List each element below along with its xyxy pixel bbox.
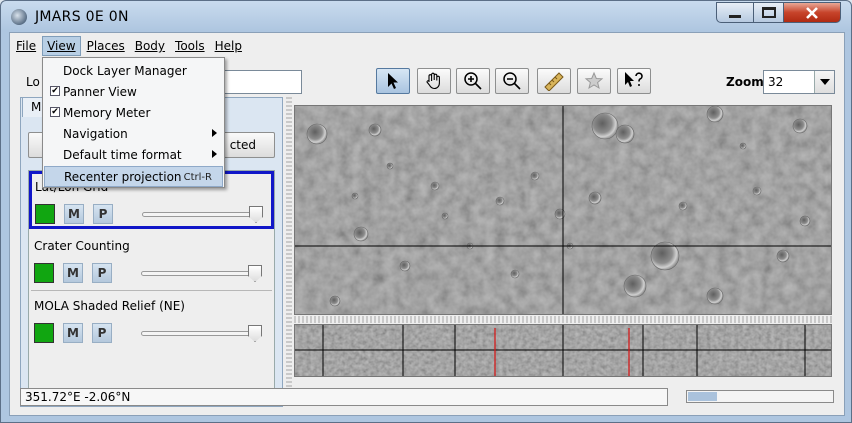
panel-splitter[interactable] [286,97,292,387]
minimize-icon [729,15,741,18]
view-menu-popup: Dock Layer Manager ✔ Panner View ✔ Memor… [42,57,225,188]
layer-name: MOLA Shaded Relief (NE) [34,299,185,313]
select-tool-button[interactable] [376,68,410,94]
layer-row-mola-shaded-relief[interactable]: MOLA Shaded Relief (NE) M P [31,293,272,351]
window-title: JMARS 0E 0N [35,9,129,25]
menu-item-label: Dock Layer Manager [63,64,187,78]
zoom-value: 32 [768,75,784,89]
measure-tool-button[interactable] [537,68,571,94]
menu-item-memory-meter[interactable]: ✔ Memory Meter [44,103,223,124]
main-map-view[interactable] [294,105,832,315]
menu-item-label: Memory Meter [63,106,151,120]
opacity-slider[interactable] [141,325,262,342]
layer-name: Crater Counting [34,239,130,253]
panner-view-toggle-button[interactable]: P [92,323,112,343]
menu-item-label: Navigation [63,127,128,141]
menu-item-label: Recenter projection [64,170,182,184]
panner-view[interactable] [294,324,832,377]
layer-color-swatch[interactable] [34,323,54,343]
ruler-icon [544,72,564,91]
menu-item-label: Default time format [63,148,182,162]
app-globe-icon [11,9,27,25]
pan-hand-icon [426,72,440,90]
checkbox-checked-icon: ✔ [50,86,60,96]
layer-list: Lat/Lon Grid M P Crater Counting M P MOL… [28,170,275,390]
menu-item-panner-view[interactable]: ✔ Panner View [44,82,223,103]
selected-layer-button-label: cted [229,138,256,152]
client-area: File View Places Body Tools Help Lo Zoom… [9,32,845,416]
submenu-arrow-icon [212,150,217,158]
opacity-slider[interactable] [141,265,262,282]
minimize-button[interactable] [716,2,754,23]
menu-item-dock-layer-manager[interactable]: Dock Layer Manager [44,61,223,82]
map-panner-splitter[interactable] [294,316,832,323]
zoom-out-button[interactable] [495,68,529,94]
slider-thumb[interactable] [248,325,262,342]
main-view-toggle-button[interactable]: M [63,263,83,283]
menu-item-shortcut: Ctrl-R [183,172,212,183]
chevron-down-icon [819,79,830,85]
maximize-button[interactable] [753,2,784,23]
favorite-tool-button[interactable] [577,68,611,94]
menu-places[interactable]: Places [83,37,129,55]
layer-color-swatch[interactable] [35,204,55,224]
slider-thumb[interactable] [249,206,263,223]
select-arrow-icon [388,73,398,89]
close-icon [806,6,818,19]
layer-row-crater-counting[interactable]: Crater Counting M P [31,233,272,291]
main-view-toggle-button[interactable]: M [64,204,84,224]
panner-view-toggle-button[interactable]: P [92,263,112,283]
panner-view-toggle-button[interactable]: P [93,204,113,224]
whats-this-icon [625,72,643,87]
panner-map [295,325,831,376]
title-bar[interactable]: JMARS 0E 0N [1,1,851,33]
application-window: JMARS 0E 0N File View Places Body Tools … [0,0,852,423]
memory-meter [686,390,834,403]
maximize-icon [761,7,776,18]
close-button[interactable] [783,2,841,23]
menu-item-label: Panner View [63,85,137,99]
menu-body[interactable]: Body [131,37,169,55]
checkbox-checked-icon: ✔ [50,107,60,117]
memory-meter-fill [688,392,717,401]
menu-tools[interactable]: Tools [171,37,209,55]
zoom-out-icon [503,72,521,90]
slider-thumb[interactable] [248,265,262,282]
menu-item-navigation[interactable]: Navigation [44,124,223,145]
whats-this-button[interactable] [617,68,651,94]
menu-file[interactable]: File [12,37,40,55]
submenu-arrow-icon [212,129,217,137]
opacity-slider[interactable] [142,206,263,223]
menu-help[interactable]: Help [211,37,246,55]
zoom-select[interactable]: 32 [763,70,835,94]
zoom-dropdown-button[interactable] [814,71,834,93]
zoom-in-icon [464,72,482,90]
location-label: Lo [26,75,40,89]
menu-view[interactable]: View [42,36,81,56]
menu-item-recenter-projection[interactable]: Recenter projection Ctrl-R [44,166,223,187]
pan-tool-button[interactable] [417,68,451,94]
menu-bar: File View Places Body Tools Help [10,35,844,57]
layer-color-swatch[interactable] [34,263,54,283]
main-view-toggle-button[interactable]: M [63,323,83,343]
menu-item-default-time-format[interactable]: Default time format [44,145,223,166]
zoom-in-button[interactable] [456,68,490,94]
star-icon [584,71,604,90]
coordinate-readout: 351.72°E -2.06°N [20,388,668,406]
location-input[interactable] [222,70,302,94]
mars-shaded-relief-map [295,106,831,314]
